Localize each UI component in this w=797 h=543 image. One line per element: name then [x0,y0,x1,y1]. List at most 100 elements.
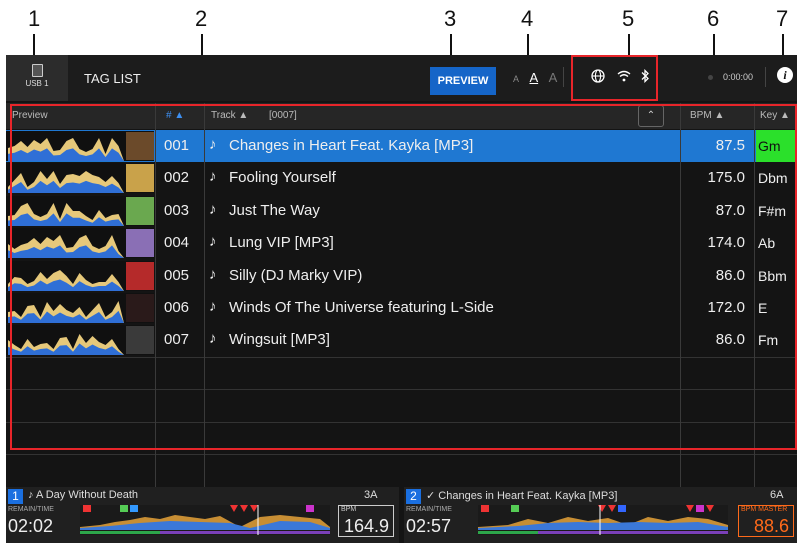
music-note-icon: ♪ [209,168,217,186]
deck-number: 2 [406,489,421,504]
track-title: Just The Way [229,201,320,219]
track-title: Changes in Heart Feat. Kayka [MP3] [229,137,474,154]
column-divider [155,103,156,503]
track-row[interactable]: ♪ 005 Silly (DJ Marky VIP) 86.0 Bbm [6,260,797,292]
globe-icon [591,69,605,86]
bpm-display: BPM MASTER 88.6 [738,505,794,537]
font-size-medium[interactable]: A [529,70,538,85]
bpm-master-label: BPM MASTER [741,506,788,513]
top-bar: USB 1 TAG LIST PREVIEW A A A 0:00:00 i [6,55,797,101]
track-preview-waveform[interactable] [6,131,154,161]
bpm-value: 164.9 [343,516,389,536]
track-row[interactable]: ♪ 004 Lung VIP [MP3] 174.0 Ab [6,227,797,259]
callout-4: 4 [521,6,534,31]
col-track[interactable]: Track ▲ [211,110,248,121]
callout-5: 5 [622,6,635,31]
music-note-icon: ♪ [209,233,217,251]
track-preview-waveform[interactable] [6,293,154,323]
track-key: Gm [756,130,797,162]
track-preview-waveform[interactable] [6,163,154,194]
callout-3: 3 [444,6,457,31]
deck-2: 2 ✓ Changes in Heart Feat. Kayka [MP3] 6… [404,487,797,543]
callout-line-5 [628,34,630,56]
usb-label: USB 1 [25,79,49,88]
usb-icon [31,64,43,77]
sort-toggle-button[interactable]: ⌃ [638,105,664,127]
font-size-selector[interactable]: A A A [513,69,563,87]
deck-key: 3A [364,489,378,501]
divider [765,67,766,87]
track-preview-waveform[interactable] [6,195,154,226]
time-readout: 0:00:00 [723,72,754,82]
track-number: 004 [164,234,190,252]
bpm-value: 88.6 [753,516,789,536]
callout-7: 7 [776,6,789,31]
track-title: Winds Of The Universe featuring L-Side [229,299,494,316]
track-number: 001 [164,137,190,154]
track-bpm: 172.0 [707,299,745,316]
track-row[interactable]: ♪ 006 Winds Of The Universe featuring L-Si… [6,292,797,324]
music-note-icon: ♪ [209,200,217,218]
font-size-small[interactable]: A [513,74,519,84]
track-bpm: 87.5 [715,137,745,154]
track-preview-waveform[interactable] [6,325,154,356]
font-size-large[interactable]: A [549,70,558,85]
col-number[interactable]: # ▲ [166,110,184,121]
track-number: 003 [164,201,190,219]
track-row[interactable]: ♪ 003 Just The Way 87.0 F#m [6,195,797,227]
deck-waveform[interactable] [80,505,330,535]
device-screen: USB 1 TAG LIST PREVIEW A A A 0:00:00 i P… [6,55,797,543]
col-bpm[interactable]: BPM ▲ [690,110,724,121]
empty-row [6,454,797,487]
usb-source-button[interactable]: USB 1 [6,55,68,101]
empty-row [6,356,797,390]
track-number: 007 [164,331,190,349]
music-note-icon: ♪ [209,298,217,315]
callout-1: 1 [28,6,41,31]
track-bpm: 87.0 [715,201,745,219]
track-number: 005 [164,266,190,284]
music-note-icon: ♪ [209,330,217,348]
track-preview-waveform[interactable] [6,228,154,259]
bpm-display: BPM 164.9 [338,505,394,537]
track-key: Bbm [758,267,787,284]
deck-time: 02:57 [406,516,452,536]
track-title: Wingsuit [MP3] [229,331,330,349]
remain-time-label: REMAIN/TIME [406,506,452,513]
callout-6: 6 [707,6,720,31]
album-art [126,229,154,258]
record-indicator [708,75,713,80]
deck-time: 02:02 [8,516,54,536]
album-art [126,196,154,225]
empty-row [6,421,797,455]
preview-button[interactable]: PREVIEW [430,67,496,95]
list-header: Preview # ▲ Track ▲ [0007] ⌃ BPM ▲ Key ▲ [6,103,797,129]
deck-key: 6A [770,489,784,501]
track-row[interactable]: ♪ 007 Wingsuit [MP3] 86.0 Fm [6,324,797,356]
music-note-icon: ♪ [209,265,217,283]
deck-waveform[interactable] [478,505,728,535]
track-count: [0007] [269,110,297,121]
track-title: Lung VIP [MP3] [229,234,334,252]
divider [563,67,564,87]
track-title: Silly (DJ Marky VIP) [229,266,363,284]
bpm-label: BPM [341,506,357,513]
album-art [126,326,154,355]
column-divider [754,103,755,503]
track-row[interactable]: ♪ 001 Changes in Heart Feat. Kayka [MP3] 87… [6,130,797,162]
deck-1: 1 ♪ A Day Without Death 3A REMAIN/TIME 0… [6,487,399,543]
col-key[interactable]: Key ▲ [760,110,790,121]
track-list: Preview # ▲ Track ▲ [0007] ⌃ BPM ▲ Key ▲… [6,103,797,503]
album-art [126,261,154,290]
album-art [126,294,154,322]
track-key: Fm [758,332,779,349]
track-key: Dbm [758,170,788,187]
callout-2: 2 [195,6,208,31]
track-number: 006 [164,299,190,316]
track-preview-waveform[interactable] [6,260,154,291]
info-icon[interactable]: i [777,67,793,83]
track-row[interactable]: ♪ 002 Fooling Yourself 175.0 Dbm [6,162,797,194]
track-bpm: 175.0 [707,169,745,187]
col-preview[interactable]: Preview [12,110,48,121]
network-status-area[interactable] [571,55,658,101]
